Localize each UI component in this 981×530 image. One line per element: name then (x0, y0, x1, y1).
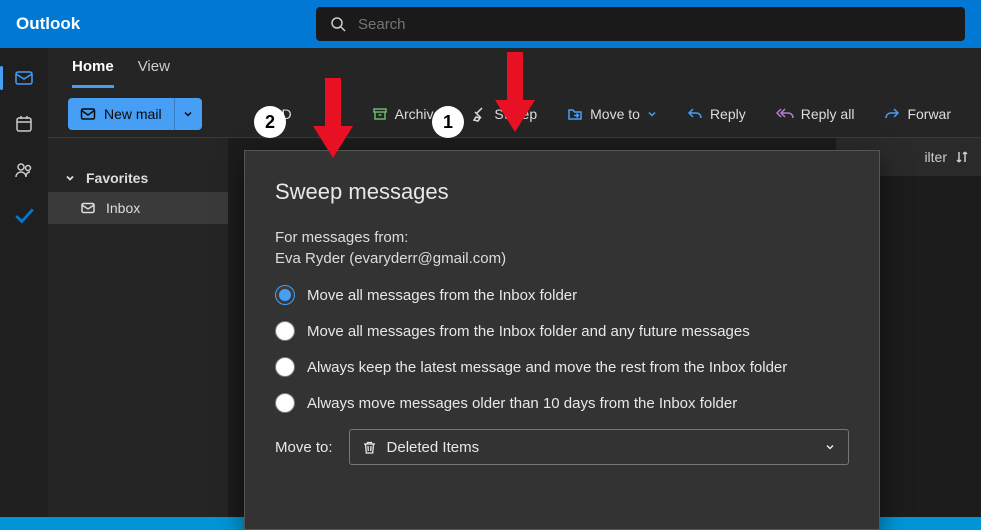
reply-all-label: Reply all (801, 106, 855, 122)
favorites-header[interactable]: Favorites (48, 164, 228, 192)
sweep-radio-0[interactable] (275, 285, 295, 305)
forward-label: Forwar (907, 106, 951, 122)
check-icon (13, 205, 35, 227)
dialog-title: Sweep messages (275, 179, 849, 205)
reply-all-icon (776, 106, 794, 122)
people-icon (14, 160, 34, 180)
calendar-icon (14, 114, 34, 134)
sweep-option-label: Move all messages from the Inbox folder (307, 287, 577, 304)
search-box[interactable] (316, 7, 965, 41)
move-to-label: Move to (590, 106, 640, 122)
new-mail-label: New mail (104, 106, 162, 122)
sweep-button[interactable]: Sweep (461, 98, 547, 130)
move-to-select[interactable]: Deleted Items (349, 429, 849, 465)
sweep-radio-3[interactable] (275, 393, 295, 413)
sweep-radio-2[interactable] (275, 357, 295, 377)
rail-todo[interactable] (4, 196, 44, 236)
sweep-option-1[interactable]: Move all messages from the Inbox folder … (275, 321, 849, 341)
chevron-down-icon (64, 172, 76, 184)
folder-pane: Favorites Inbox (48, 138, 228, 517)
titlebar: Outlook (0, 0, 981, 48)
archive-label: Archive (395, 106, 442, 122)
sweep-option-label: Always move messages older than 10 days … (307, 395, 737, 412)
rail-mail[interactable] (4, 58, 44, 98)
reply-button[interactable]: Reply (677, 98, 756, 130)
archive-icon (372, 106, 388, 122)
mail-icon (80, 106, 96, 122)
inbox-icon (80, 200, 96, 216)
move-to-row: Move to: Deleted Items (275, 429, 849, 465)
move-to-button[interactable]: Move to (557, 98, 667, 130)
folder-move-icon (567, 106, 583, 122)
mail-icon (14, 68, 34, 88)
chevron-down-icon (824, 441, 836, 453)
rail-people[interactable] (4, 150, 44, 190)
move-to-value: Deleted Items (387, 439, 480, 456)
chevron-down-icon (647, 109, 657, 119)
new-mail-dropdown[interactable] (174, 98, 202, 130)
toolbar: New mail D Archive (48, 90, 981, 138)
sweep-radio-1[interactable] (275, 321, 295, 341)
reply-all-button[interactable]: Reply all (766, 98, 865, 130)
tab-home[interactable]: Home (72, 58, 114, 88)
sweep-option-label: Move all messages from the Inbox folder … (307, 323, 750, 340)
sweep-label: Sweep (494, 106, 537, 122)
search-icon (330, 16, 346, 32)
dialog-subtitle: For messages from: (275, 229, 849, 246)
reply-label: Reply (710, 106, 746, 122)
sweep-icon (471, 106, 487, 122)
sweep-dialog: Sweep messages For messages from: Eva Ry… (244, 150, 880, 530)
folder-inbox[interactable]: Inbox (48, 192, 228, 224)
delete-label: D (282, 106, 292, 122)
new-mail-button[interactable]: New mail (68, 98, 174, 130)
sweep-option-label: Always keep the latest message and move … (307, 359, 787, 376)
sweep-option-3[interactable]: Always move messages older than 10 days … (275, 393, 849, 413)
forward-button[interactable]: Forwar (874, 98, 961, 130)
move-to-label: Move to: (275, 439, 333, 456)
reply-icon (687, 106, 703, 122)
filter-label: ilter (924, 149, 947, 165)
ribbon-tabs: Home View (48, 48, 981, 90)
delete-button[interactable]: D (272, 98, 302, 130)
favorites-label: Favorites (86, 170, 148, 186)
chevron-down-icon (183, 109, 193, 119)
search-input[interactable] (358, 16, 951, 33)
archive-button[interactable]: Archive (362, 98, 452, 130)
tab-view[interactable]: View (138, 58, 170, 85)
forward-icon (884, 106, 900, 122)
sweep-option-0[interactable]: Move all messages from the Inbox folder (275, 285, 849, 305)
rail-calendar[interactable] (4, 104, 44, 144)
new-mail-group: New mail (68, 98, 202, 130)
trash-icon (362, 440, 377, 455)
dialog-sender: Eva Ryder (evaryderr@gmail.com) (275, 250, 849, 267)
sweep-option-2[interactable]: Always keep the latest message and move … (275, 357, 849, 377)
app-rail (0, 48, 48, 517)
sort-icon (955, 150, 969, 164)
app-title: Outlook (16, 14, 296, 34)
folder-inbox-label: Inbox (106, 200, 140, 216)
